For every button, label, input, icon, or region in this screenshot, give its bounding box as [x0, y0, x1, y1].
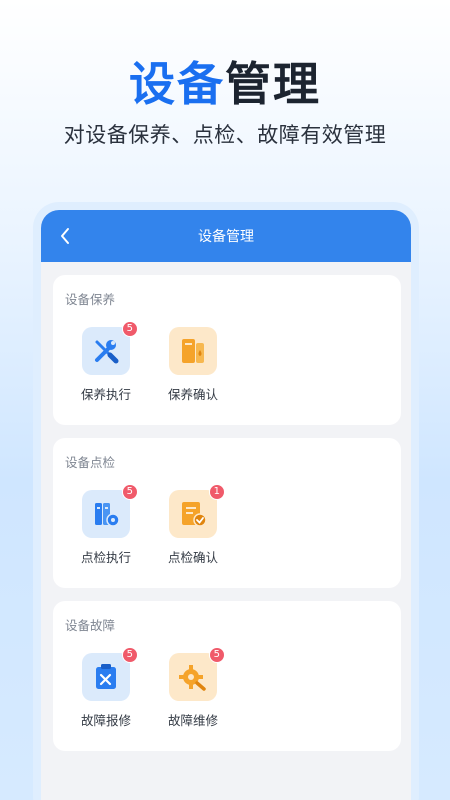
section-title: 设备故障 [65, 618, 116, 633]
hero-banner: 设备管理 对设备保养、点检、故障有效管理 [0, 0, 450, 200]
notification-badge: 5 [121, 647, 138, 663]
notification-badge: 5 [121, 321, 138, 337]
gear-wrench-icon [179, 665, 206, 691]
menu-item-maintenance-execute[interactable]: 5 保养执行 [70, 321, 142, 407]
icon-tile: 5 [82, 321, 138, 375]
app-screen: 设备管理 设备保养 5 保养执行 保养确认 设备点检 5 点检执行 1 点检确认… [41, 210, 411, 800]
phone-frame: 设备管理 设备保养 5 保养执行 保养确认 设备点检 5 点检执行 1 点检确认… [33, 202, 419, 800]
icon-tile: 1 [169, 484, 225, 538]
hero-subtitle: 对设备保养、点检、故障有效管理 [63, 123, 387, 147]
clipboard-tools-icon [96, 664, 116, 689]
section-card-inspection: 设备点检 5 点检执行 1 点检确认 [53, 438, 401, 588]
chevron-left-icon [61, 228, 69, 244]
menu-item-maintenance-confirm[interactable]: 保养确认 [157, 327, 229, 407]
notification-badge: 5 [121, 484, 138, 500]
notification-badge: 5 [208, 647, 225, 663]
menu-item-label: 点检确认 [167, 550, 218, 565]
nav-title: 设备管理 [198, 229, 254, 245]
nav-bar: 设备管理 [41, 210, 411, 262]
document-check-icon [182, 502, 207, 527]
icon-tile: 5 [82, 647, 138, 701]
menu-item-label: 故障维修 [167, 713, 218, 728]
hero-title-rest: 管理 [225, 57, 321, 111]
binders-gear-icon [95, 503, 120, 527]
menu-item-label: 保养确认 [167, 387, 218, 402]
hero-title: 设备管理 [0, 48, 450, 114]
menu-item-inspection-execute[interactable]: 5 点检执行 [70, 484, 142, 570]
menu-item-fault-repair[interactable]: 5 故障维修 [157, 647, 229, 733]
section-card-fault: 设备故障 5 故障报修 5 故障维修 [53, 601, 401, 751]
back-button[interactable] [53, 224, 77, 248]
section-card-maintenance: 设备保养 5 保养执行 保养确认 [53, 275, 401, 425]
section-title: 设备保养 [65, 292, 116, 307]
menu-item-label: 点检执行 [80, 550, 131, 565]
cabinet-drop-icon [182, 339, 204, 363]
notification-badge: 1 [208, 484, 225, 500]
menu-item-fault-report[interactable]: 5 故障报修 [70, 647, 142, 733]
hero-title-accent: 设备 [129, 57, 225, 111]
section-title: 设备点检 [65, 455, 116, 470]
icon-tile: 5 [82, 484, 138, 538]
menu-item-label: 故障报修 [80, 713, 131, 728]
menu-item-inspection-confirm[interactable]: 1 点检确认 [157, 484, 229, 570]
icon-tile: 5 [169, 647, 225, 701]
wrench-screwdriver-icon [95, 340, 119, 364]
menu-item-label: 保养执行 [80, 387, 131, 402]
icon-tile [169, 327, 217, 375]
